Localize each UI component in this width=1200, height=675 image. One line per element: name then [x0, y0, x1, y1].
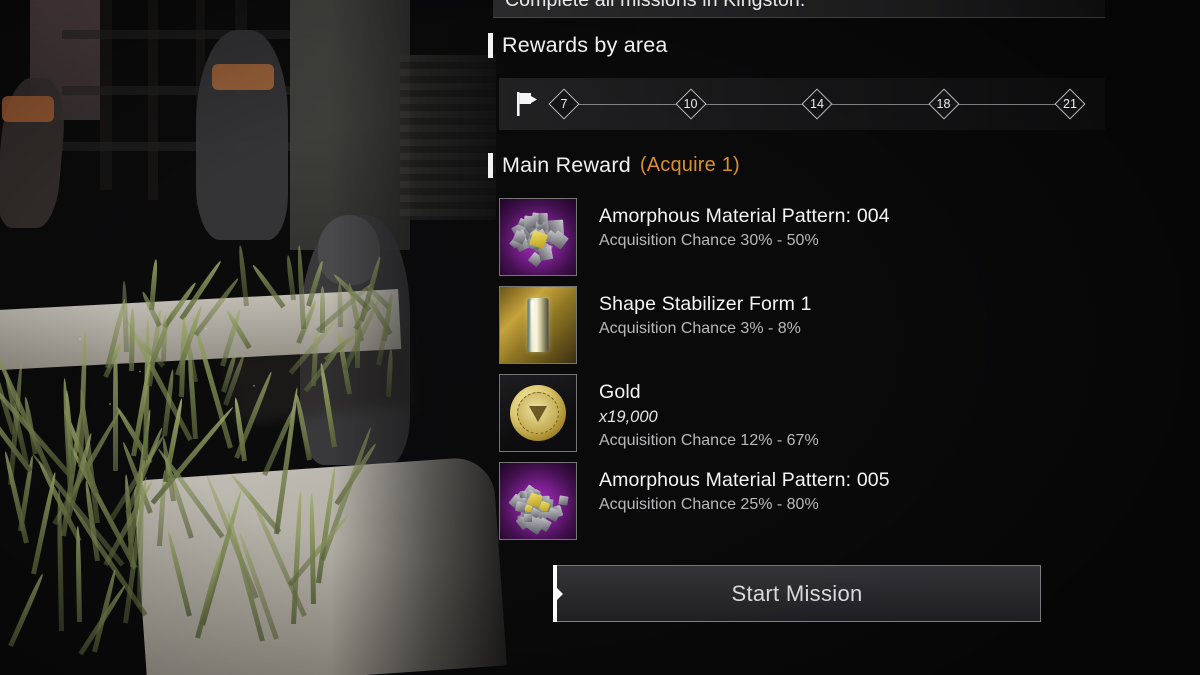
- area-node-label: 21: [1063, 97, 1077, 111]
- icon-art: [500, 287, 576, 363]
- area-node-label: 18: [937, 97, 951, 111]
- reward-text-block: Gold x19,000 Acquisition Chance 12% - 67%: [577, 374, 819, 452]
- button-notch-icon: [557, 588, 563, 600]
- objective-banner: Complete all missions in Kingston.: [493, 0, 1105, 18]
- reward-icon[interactable]: [499, 374, 577, 452]
- area-node-2[interactable]: 14: [804, 91, 830, 117]
- area-node-label: 10: [684, 97, 698, 111]
- crystal-cluster: [507, 474, 569, 532]
- reward-quantity: x19,000: [599, 406, 819, 428]
- game-mission-screen: Complete all missions in Kingston. Rewar…: [0, 0, 1200, 675]
- reward-chance: Acquisition Chance 30% - 50%: [599, 231, 890, 252]
- icon-art: [500, 463, 576, 539]
- start-mission-button[interactable]: Start Mission: [553, 565, 1041, 622]
- reward-row[interactable]: Amorphous Material Pattern: 005 Acquisiti…: [499, 462, 1105, 550]
- area-node-label: 14: [810, 97, 824, 111]
- reward-text-block: Amorphous Material Pattern: 005 Acquisiti…: [577, 462, 890, 516]
- reward-chance: Acquisition Chance 12% - 67%: [599, 431, 819, 452]
- reward-chance: Acquisition Chance 3% - 8%: [599, 319, 812, 340]
- reward-row[interactable]: Shape Stabilizer Form 1 Acquisition Chanc…: [499, 286, 1105, 374]
- reward-list: Amorphous Material Pattern: 004 Acquisiti…: [499, 198, 1105, 550]
- objective-text: Complete all missions in Kingston.: [505, 0, 805, 12]
- area-node-4[interactable]: 21: [1057, 91, 1083, 117]
- reward-row[interactable]: Amorphous Material Pattern: 004 Acquisiti…: [499, 198, 1105, 286]
- reward-icon[interactable]: [499, 286, 577, 364]
- main-reward-acquire-count: (Acquire 1): [640, 154, 740, 177]
- icon-art: [500, 375, 576, 451]
- area-progress-bar: 7 10 14 18 21: [499, 78, 1105, 130]
- area-node-track: 7 10 14 18 21: [551, 91, 1083, 117]
- reward-name: Shape Stabilizer Form 1: [599, 293, 812, 315]
- reward-chance: Acquisition Chance 25% - 80%: [599, 495, 890, 516]
- rewards-by-area-title: Rewards by area: [502, 33, 668, 58]
- mission-detail-panel: Complete all missions in Kingston. Rewar…: [488, 0, 1108, 675]
- rewards-by-area-header: Rewards by area: [488, 33, 668, 58]
- reward-icon[interactable]: [499, 198, 577, 276]
- area-node-0[interactable]: 7: [551, 91, 577, 117]
- reward-name: Amorphous Material Pattern: 005: [599, 469, 890, 491]
- area-node-label: 7: [561, 97, 568, 111]
- area-node-3[interactable]: 18: [931, 91, 957, 117]
- crystal-cluster: [507, 210, 569, 268]
- section-accent-bar: [488, 153, 493, 178]
- main-reward-header: Main Reward (Acquire 1): [488, 153, 740, 178]
- stabilizer-tube: [528, 298, 549, 352]
- reward-row[interactable]: Gold x19,000 Acquisition Chance 12% - 67%: [499, 374, 1105, 462]
- reward-name: Amorphous Material Pattern: 004: [599, 205, 890, 227]
- reward-text-block: Shape Stabilizer Form 1 Acquisition Chanc…: [577, 286, 812, 340]
- main-reward-title: Main Reward: [502, 153, 631, 178]
- reward-text-block: Amorphous Material Pattern: 004 Acquisiti…: [577, 198, 890, 252]
- reward-name: Gold: [599, 381, 641, 403]
- flag-icon: [515, 91, 539, 117]
- section-accent-bar: [488, 33, 493, 58]
- reward-icon[interactable]: [499, 462, 577, 540]
- coin-shape: [510, 385, 566, 441]
- start-mission-label: Start Mission: [731, 581, 862, 607]
- area-node-1[interactable]: 10: [678, 91, 704, 117]
- icon-art: [500, 199, 576, 275]
